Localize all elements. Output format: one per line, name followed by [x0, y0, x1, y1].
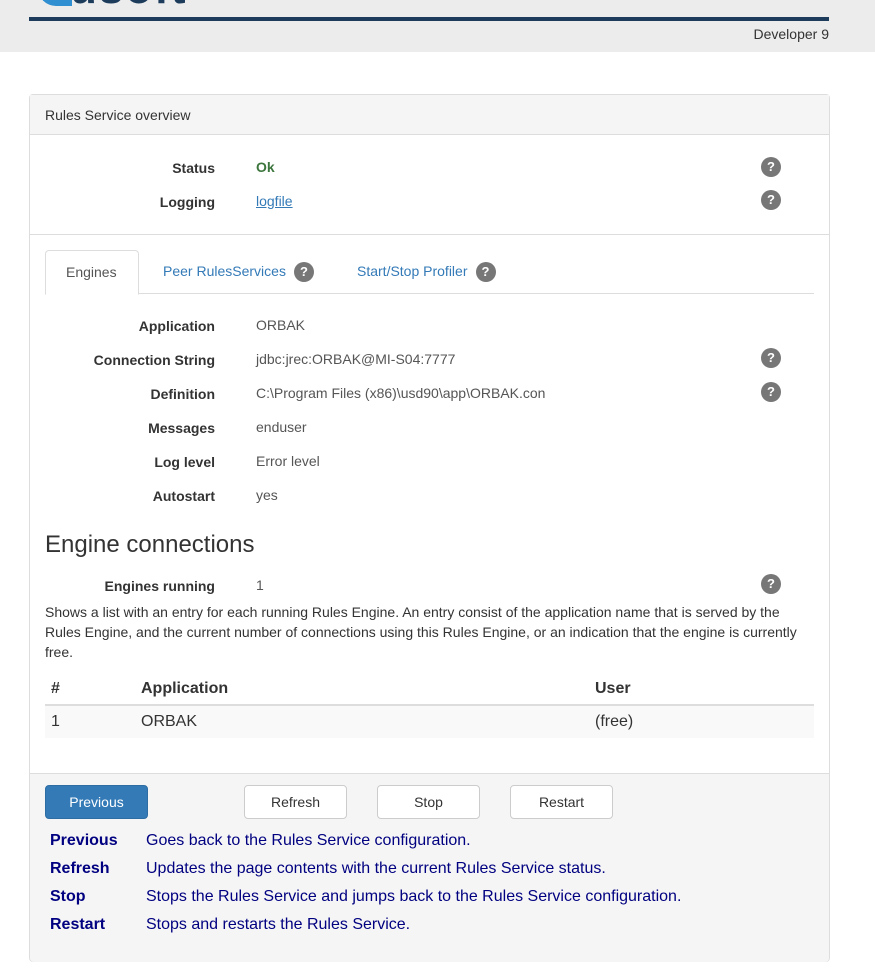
legend-key: Restart — [50, 916, 106, 933]
previous-button[interactable]: Previous — [45, 785, 148, 819]
log-level-label: Log level — [154, 454, 215, 470]
status-value: Ok — [256, 159, 275, 175]
messages-label: Messages — [148, 420, 215, 436]
tab-profiler-label: Start/Stop Profiler — [357, 263, 468, 279]
status-label: Status — [172, 160, 215, 176]
definition-value: C:\Program Files (x86)\usd90\app\ORBAK.c… — [256, 385, 546, 401]
engines-running-label: Engines running — [104, 578, 215, 594]
top-bar: usoft Developer 9 — [0, 0, 875, 52]
header-divider — [29, 17, 829, 21]
log-level-row: Log level Error level — [30, 453, 829, 474]
status-help-icon[interactable]: ? — [761, 157, 781, 177]
engine-connections-heading: Engine connections — [45, 531, 255, 558]
legend-key: Refresh — [50, 860, 110, 877]
definition-help-icon[interactable]: ? — [761, 382, 781, 402]
legend-desc: Updates the page contents with the curre… — [146, 860, 606, 877]
row-application: ORBAK — [135, 705, 589, 738]
tab-peer-rulesservices[interactable]: Peer RulesServices? — [143, 250, 334, 294]
messages-row: Messages enduser — [30, 419, 829, 440]
autostart-label: Autostart — [152, 488, 215, 504]
peer-help-icon[interactable]: ? — [293, 262, 314, 283]
logo-swoosh — [38, 0, 72, 6]
restart-button[interactable]: Restart — [510, 785, 613, 819]
legend-key: Stop — [50, 888, 86, 905]
refresh-button[interactable]: Refresh — [244, 785, 347, 819]
connection-string-value: jdbc:jrec:ORBAK@MI-S04:7777 — [256, 351, 456, 367]
panel-title: Rules Service overview — [30, 95, 829, 135]
tab-peer-label: Peer RulesServices — [163, 263, 286, 279]
logging-label: Logging — [159, 194, 215, 210]
legend-desc: Stops the Rules Service and jumps back t… — [146, 888, 682, 905]
logo-text: usoft — [70, 0, 188, 8]
autostart-value: yes — [256, 487, 278, 503]
logfile-link[interactable]: logfile — [256, 193, 293, 209]
tab-engines-label: Engines — [66, 264, 117, 280]
connection-string-row: Connection String jdbc:jrec:ORBAK@MI-S04… — [30, 348, 829, 372]
stop-button[interactable]: Stop — [377, 785, 480, 819]
legend-desc: Stops and restarts the Rules Service. — [146, 916, 411, 933]
application-row: Application ORBAK — [30, 317, 829, 338]
logging-value: logfile — [256, 193, 293, 209]
application-value: ORBAK — [256, 317, 306, 333]
autostart-row: Autostart yes — [30, 487, 829, 508]
col-application-header: Application — [135, 675, 589, 706]
logging-row: Logging logfile ? — [30, 190, 829, 214]
definition-row: Definition C:\Program Files (x86)\usd90\… — [30, 382, 829, 406]
log-level-value: Error level — [256, 453, 320, 469]
legend-desc: Goes back to the Rules Service configura… — [146, 832, 471, 849]
connection-string-label: Connection String — [93, 352, 215, 368]
rules-service-panel: Rules Service overview Status Ok ? Loggi… — [29, 94, 830, 962]
engine-connections-table: # Application User 1 ORBAK (free) — [45, 675, 814, 738]
profiler-help-icon[interactable]: ? — [475, 262, 496, 283]
definition-label: Definition — [150, 386, 215, 402]
connection-string-help-icon[interactable]: ? — [761, 348, 781, 368]
engines-running-value: 1 — [256, 577, 264, 593]
usoft-logo: usoft — [30, 0, 240, 8]
table-header-row: # Application User — [45, 675, 814, 706]
table-row: 1 ORBAK (free) — [45, 705, 814, 738]
user-label: Developer 9 — [753, 26, 830, 42]
logging-help-icon[interactable]: ? — [761, 190, 781, 210]
section-divider — [30, 234, 829, 235]
legend-key: Previous — [50, 832, 118, 849]
col-number-header: # — [45, 675, 135, 706]
tab-start-stop-profiler[interactable]: Start/Stop Profiler? — [337, 250, 516, 294]
messages-value: enduser — [256, 419, 307, 435]
status-row: Status Ok ? — [30, 157, 829, 180]
tab-bar: Engines Peer RulesServices? Start/Stop P… — [45, 250, 814, 295]
tab-engines[interactable]: Engines — [45, 250, 139, 295]
engines-running-help-icon[interactable]: ? — [761, 574, 781, 594]
engines-running-row: Engines running 1 ? — [30, 574, 829, 598]
panel-footer: Previous Refresh Stop Restart Previous G… — [30, 773, 829, 962]
col-user-header: User — [589, 675, 814, 706]
application-label: Application — [138, 318, 215, 334]
connections-description: Shows a list with an entry for each runn… — [45, 604, 797, 660]
row-number: 1 — [45, 705, 135, 738]
row-user: (free) — [589, 705, 814, 738]
